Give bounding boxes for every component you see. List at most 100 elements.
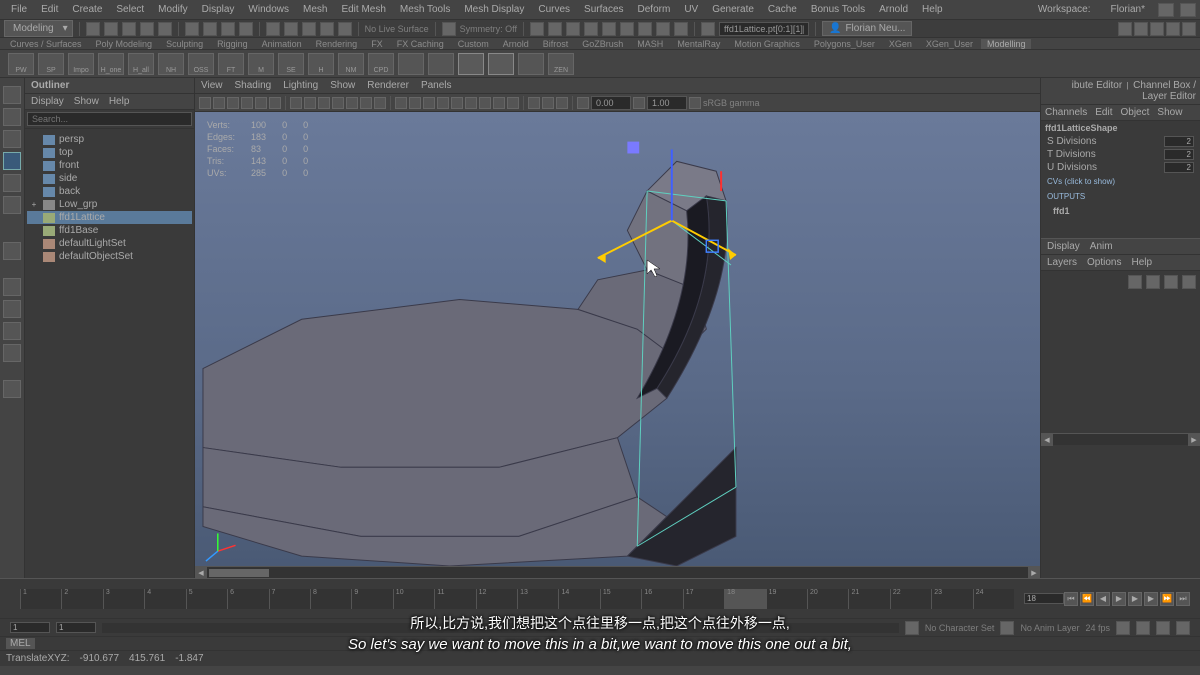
attr-value[interactable]	[1164, 162, 1194, 173]
shelf-btn-13[interactable]	[398, 53, 424, 75]
workspace-dropdown-icon[interactable]	[1158, 3, 1174, 17]
play-fwd-icon[interactable]: ▶	[1128, 592, 1142, 606]
menu-windows[interactable]: Windows	[241, 4, 296, 15]
shelf-tab-custom[interactable]: Custom	[452, 39, 495, 49]
paint-select-icon[interactable]	[221, 22, 235, 36]
anim-layer-dropdown[interactable]: No Anim Layer	[1020, 623, 1079, 633]
tree-expand-icon[interactable]: +	[29, 200, 39, 209]
vp-safe-action-icon[interactable]	[360, 97, 372, 109]
right-scrollbar[interactable]: ◀ ▶	[1041, 433, 1200, 445]
tree-item-back[interactable]: back	[27, 185, 192, 198]
symmetry-label[interactable]: Symmetry: Off	[460, 24, 517, 34]
outliner-menu-display[interactable]: Display	[31, 96, 64, 107]
output-node[interactable]: ffd1	[1041, 204, 1200, 218]
layer-new-sel-icon[interactable]	[1182, 275, 1196, 289]
cvs-section[interactable]: CVs (click to show)	[1041, 174, 1200, 189]
shelf-tab-xgen[interactable]: XGen	[883, 39, 918, 49]
step-back-icon[interactable]: ◀	[1096, 592, 1110, 606]
tick[interactable]: 3	[103, 589, 144, 609]
tree-item-ffd1base[interactable]: ffd1Base	[27, 224, 192, 237]
tree-item-side[interactable]: side	[27, 172, 192, 185]
snap-view-icon[interactable]	[338, 22, 352, 36]
shelf-btn-zen[interactable]: ZEN	[548, 53, 574, 75]
menu-edit[interactable]: Edit	[34, 4, 65, 15]
menu-display[interactable]: Display	[195, 4, 242, 15]
attr-sdivisions[interactable]: S Divisions	[1041, 135, 1200, 148]
tick[interactable]: 4	[144, 589, 185, 609]
new-scene-icon[interactable]	[86, 22, 100, 36]
shelf-tab-modelling[interactable]: Modelling	[981, 39, 1032, 49]
shelf-tab-render[interactable]: Rendering	[310, 39, 364, 49]
tree-item-front[interactable]: front	[27, 159, 192, 172]
tab-attr-editor[interactable]: ibute Editor	[1072, 80, 1123, 91]
shelf-btn-16[interactable]	[488, 53, 514, 75]
pause-icon[interactable]	[674, 22, 688, 36]
tick[interactable]: 14	[558, 589, 599, 609]
vp-menu-lighting[interactable]: Lighting	[283, 80, 318, 91]
ch-menu-edit[interactable]: Edit	[1095, 107, 1112, 118]
shelf-tab-fx[interactable]: FX	[365, 39, 389, 49]
light-editor-icon[interactable]	[638, 22, 652, 36]
shelf-btn-h[interactable]: H	[308, 53, 334, 75]
tick[interactable]: 10	[393, 589, 434, 609]
mode-dropdown[interactable]: Modeling	[4, 20, 73, 37]
vp-grid-icon[interactable]	[290, 97, 302, 109]
vp-grease-icon[interactable]	[269, 97, 281, 109]
shelf-btn-sp[interactable]: SP	[38, 53, 64, 75]
shelf-tab-anim[interactable]: Animation	[256, 39, 308, 49]
tree-item-lowgrp[interactable]: +Low_grp	[27, 198, 192, 211]
shelf-tab-polyuser[interactable]: Polygons_User	[808, 39, 881, 49]
tick[interactable]: 12	[476, 589, 517, 609]
tick[interactable]: 8	[310, 589, 351, 609]
vp-menu-shading[interactable]: Shading	[235, 80, 272, 91]
scale-tool-icon[interactable]	[3, 196, 21, 214]
vp-exposure-field[interactable]	[591, 96, 631, 110]
tick[interactable]: 22	[890, 589, 931, 609]
tick[interactable]: 9	[351, 589, 392, 609]
save-scene-icon[interactable]	[122, 22, 136, 36]
rotate-tool-icon[interactable]	[3, 174, 21, 192]
redo-icon[interactable]	[158, 22, 172, 36]
step-back-key-icon[interactable]: ⏪	[1080, 592, 1094, 606]
scroll-left-icon[interactable]: ◀	[1041, 434, 1053, 446]
shelf-btn-pw[interactable]: PW	[8, 53, 34, 75]
menu-generate[interactable]: Generate	[705, 4, 761, 15]
shelf-tab-bifrost[interactable]: Bifrost	[537, 39, 575, 49]
render-icon[interactable]	[548, 22, 562, 36]
symmetry-icon[interactable]	[442, 22, 456, 36]
snap-curve-icon[interactable]	[266, 22, 280, 36]
shelf-btn-17[interactable]	[518, 53, 544, 75]
vp-shadows-icon[interactable]	[451, 97, 463, 109]
menu-modify[interactable]: Modify	[151, 4, 194, 15]
range-start-field[interactable]	[10, 622, 50, 633]
anim-prefs-icon[interactable]	[1156, 621, 1170, 635]
tick[interactable]: 7	[269, 589, 310, 609]
vp-ao-icon[interactable]	[465, 97, 477, 109]
vp-textured-icon[interactable]	[423, 97, 435, 109]
shelf-btn-impo[interactable]: Impo	[68, 53, 94, 75]
char-set-icon[interactable]	[1000, 621, 1014, 635]
layout-preset-icon[interactable]	[3, 380, 21, 398]
layout-single-icon[interactable]	[3, 278, 21, 296]
shelf-tab-mash[interactable]: MASH	[631, 39, 669, 49]
tick-current[interactable]: 18	[724, 589, 765, 609]
cmdline-language-label[interactable]: MEL	[6, 638, 35, 649]
menu-meshdisplay[interactable]: Mesh Display	[457, 4, 531, 15]
layer-menu-layers[interactable]: Layers	[1047, 257, 1077, 268]
sidebar-toggle-icon[interactable]	[1118, 22, 1132, 36]
menu-uv[interactable]: UV	[677, 4, 705, 15]
menu-file[interactable]: File	[4, 4, 34, 15]
current-frame-field[interactable]	[1024, 593, 1064, 604]
layer-moveup-icon[interactable]	[1128, 275, 1142, 289]
outliner-menu-show[interactable]: Show	[74, 96, 99, 107]
vp-menu-show[interactable]: Show	[330, 80, 355, 91]
tick[interactable]: 6	[227, 589, 268, 609]
vp-select-camera-icon[interactable]	[199, 97, 211, 109]
select-tool-icon[interactable]	[3, 86, 21, 104]
shelf-tab-arnold[interactable]: Arnold	[497, 39, 535, 49]
layer-menu-help[interactable]: Help	[1131, 257, 1152, 268]
tool-settings-icon[interactable]	[1166, 22, 1180, 36]
tree-item-ffd1lattice[interactable]: ffd1Lattice	[27, 211, 192, 224]
go-start-icon[interactable]: ⏮	[1064, 592, 1078, 606]
tick[interactable]: 19	[766, 589, 807, 609]
